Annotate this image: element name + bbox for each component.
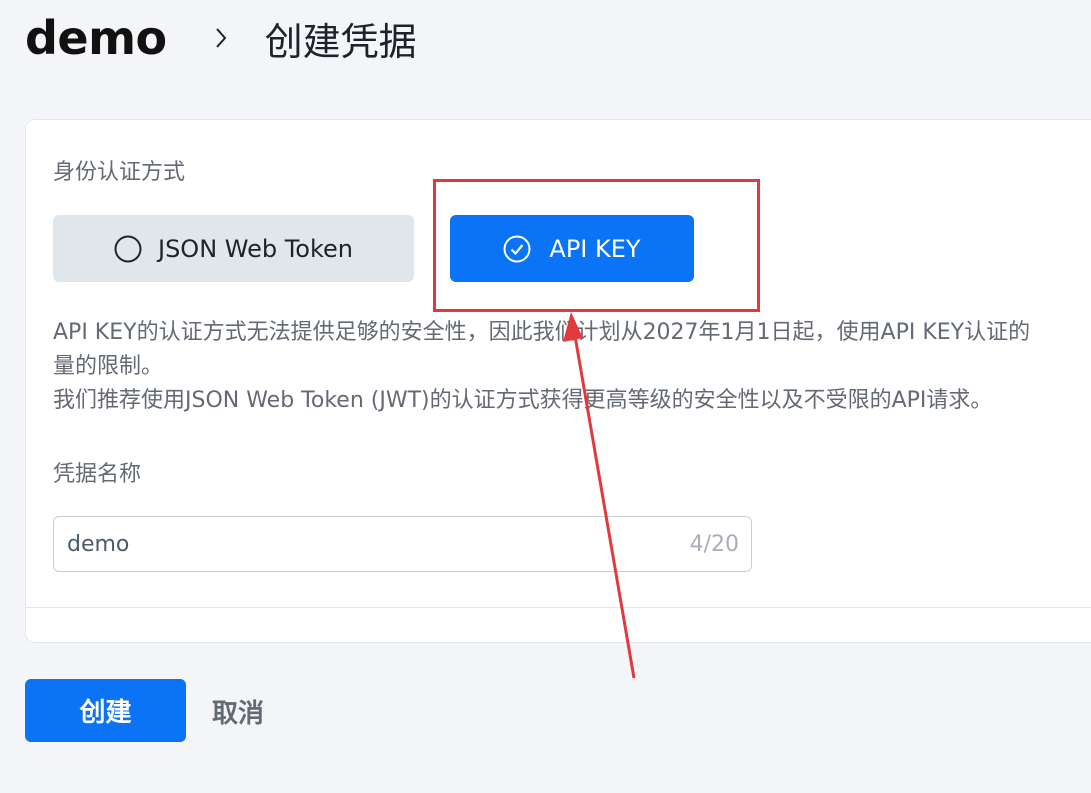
auth-option-jwt[interactable]: JSON Web Token — [53, 215, 414, 282]
api-key-notice: API KEY的认证方式无法提供足够的安全性，因此我们计划从2027年1月1日起… — [53, 316, 1091, 418]
auth-option-api-key-label: API KEY — [549, 234, 641, 263]
notice-line: 我们推荐使用JSON Web Token (JWT)的认证方式获得更高等级的安全… — [53, 388, 993, 413]
credential-form-card: 身份认证方式 JSON Web Token API KEY API KEY的认证… — [25, 119, 1091, 643]
radio-unchecked-icon — [114, 235, 142, 263]
breadcrumb: demo 创建凭据 — [25, 6, 417, 70]
character-counter: 4/20 — [689, 531, 739, 557]
check-circle-icon — [503, 235, 531, 263]
credential-name-value[interactable]: demo — [67, 532, 690, 557]
credential-name-label: 凭据名称 — [53, 462, 142, 487]
credential-name-input[interactable]: demo 4/20 — [53, 516, 752, 572]
notice-line: API KEY的认证方式无法提供足够的安全性，因此我们计划从2027年1月1日起… — [53, 320, 1031, 345]
breadcrumb-root-link[interactable]: demo — [25, 11, 167, 65]
auth-option-jwt-label: JSON Web Token — [157, 234, 354, 263]
auth-option-api-key[interactable]: API KEY — [450, 215, 694, 282]
divider — [26, 607, 1091, 608]
chevron-right-icon — [209, 26, 233, 50]
create-button[interactable]: 创建 — [25, 679, 186, 742]
notice-line: 量的限制。 — [53, 354, 164, 379]
create-credential-page: demo 创建凭据 身份认证方式 JSON Web Token API KEY … — [0, 0, 1091, 793]
page-title: 创建凭据 — [264, 19, 417, 64]
auth-method-label: 身份认证方式 — [53, 160, 186, 185]
cancel-button[interactable]: 取消 — [212, 690, 264, 732]
